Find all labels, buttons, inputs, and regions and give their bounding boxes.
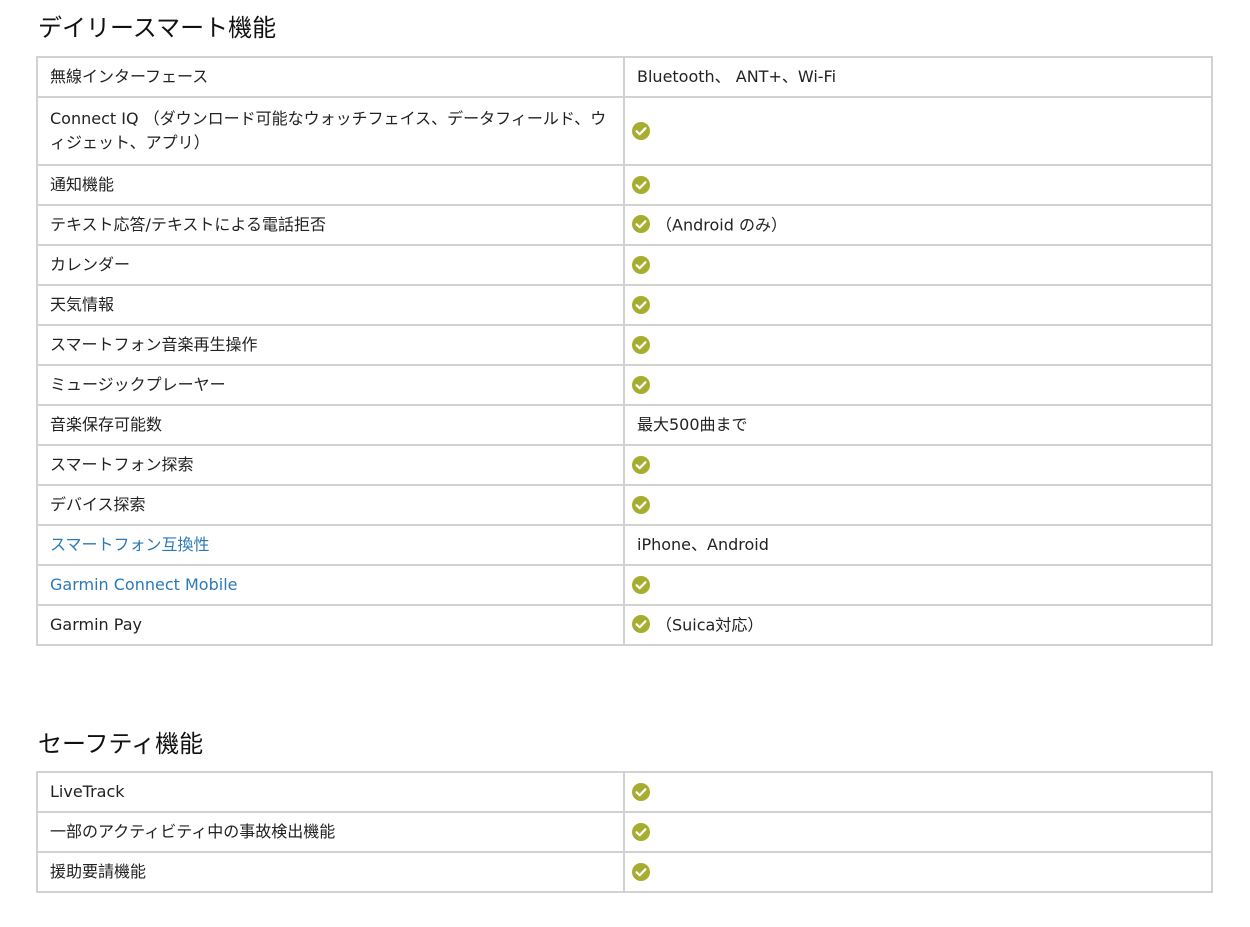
table-row: 通知機能: [36, 164, 1213, 206]
feature-label-cell: カレンダー: [36, 244, 625, 286]
check-circle-icon: [632, 455, 650, 474]
feature-value-cell: [623, 164, 1213, 206]
daily-smart-table: 無線インターフェース Bluetooth、 ANT+、Wi-Fi Connect I…: [36, 56, 1213, 646]
feature-label-cell: スマートフォン音楽再生操作: [36, 324, 625, 366]
feature-label-cell: 通知機能: [36, 164, 625, 206]
feature-value-cell: （Suica対応）: [623, 604, 1213, 646]
check-circle-icon: [632, 615, 650, 634]
feature-value-cell: Bluetooth、 ANT+、Wi-Fi: [623, 56, 1213, 98]
check-circle-icon: [632, 495, 650, 514]
check-circle-icon: [632, 575, 650, 594]
feature-label: 援助要請機能: [50, 862, 147, 881]
feature-label-cell: LiveTrack: [36, 771, 625, 813]
feature-label-cell: Garmin Connect Mobile: [36, 564, 625, 606]
feature-label-cell: 音楽保存可能数: [36, 404, 625, 446]
feature-label-cell: デバイス探索: [36, 484, 625, 526]
table-row: スマートフォン互換性 iPhone、Android: [36, 524, 1213, 566]
feature-value-cell: [623, 324, 1213, 366]
section-title-daily-smart: デイリースマート機能: [38, 14, 277, 42]
feature-value-cell: [623, 484, 1213, 526]
feature-note: （Android のみ）: [656, 215, 787, 235]
feature-label: デバイス探索: [50, 495, 146, 514]
feature-label: LiveTrack: [50, 782, 125, 801]
feature-value-cell: 最大500曲まで: [623, 404, 1213, 446]
feature-label: 天気情報: [50, 295, 115, 314]
feature-value: 最大500曲まで: [637, 415, 748, 434]
feature-label: 通知機能: [50, 175, 115, 194]
feature-label: スマートフォン音楽再生操作: [50, 335, 258, 354]
feature-label-cell: Garmin Pay: [36, 604, 625, 646]
feature-value-cell: [623, 564, 1213, 606]
table-row: テキスト応答/テキストによる電話拒否 （Android のみ）: [36, 204, 1213, 246]
feature-label-cell: 無線インターフェース: [36, 56, 625, 98]
table-row: 援助要請機能: [36, 851, 1213, 893]
check-circle-icon: [632, 175, 650, 194]
feature-label: ミュージックプレーヤー: [50, 375, 226, 394]
check-circle-icon: [632, 862, 650, 881]
feature-note: （Suica対応）: [656, 615, 764, 635]
feature-label: 無線インターフェース: [50, 67, 209, 86]
check-circle-icon: [632, 335, 650, 354]
table-row: カレンダー: [36, 244, 1213, 286]
feature-value-cell: [623, 771, 1213, 813]
table-row: ミュージックプレーヤー: [36, 364, 1213, 406]
section-title-safety: セーフティ機能: [38, 730, 204, 758]
feature-value: iPhone、Android: [637, 535, 769, 554]
feature-label: テキスト応答/テキストによる電話拒否: [50, 215, 326, 234]
table-row: スマートフォン探索: [36, 444, 1213, 486]
feature-label-cell: スマートフォン探索: [36, 444, 625, 486]
feature-label: 一部のアクティビティ中の事故検出機能: [50, 822, 336, 841]
feature-label-cell: スマートフォン互換性: [36, 524, 625, 566]
feature-label: 音楽保存可能数: [50, 415, 163, 434]
table-row: 音楽保存可能数 最大500曲まで: [36, 404, 1213, 446]
feature-label-cell: Connect IQ （ダウンロード可能なウォッチフェイス、データフィールド、ウ…: [36, 96, 625, 166]
feature-value: Bluetooth、 ANT+、Wi-Fi: [637, 67, 837, 86]
feature-label-cell: 援助要請機能: [36, 851, 625, 893]
feature-label-cell: ミュージックプレーヤー: [36, 364, 625, 406]
check-circle-icon: [632, 782, 650, 801]
check-circle-icon: [632, 375, 650, 394]
feature-label-cell: 一部のアクティビティ中の事故検出機能: [36, 811, 625, 853]
table-row: スマートフォン音楽再生操作: [36, 324, 1213, 366]
table-row: LiveTrack: [36, 771, 1213, 813]
feature-value-cell: [623, 244, 1213, 286]
feature-label: Connect IQ （ダウンロード可能なウォッチフェイス、データフィールド、ウ…: [50, 109, 607, 152]
check-circle-icon: [632, 255, 650, 274]
table-row: 無線インターフェース Bluetooth、 ANT+、Wi-Fi: [36, 56, 1213, 98]
feature-label: Garmin Pay: [50, 615, 142, 634]
check-circle-icon: [632, 822, 650, 841]
feature-value-cell: （Android のみ）: [623, 204, 1213, 246]
feature-value-cell: [623, 444, 1213, 486]
table-row: 一部のアクティビティ中の事故検出機能: [36, 811, 1213, 853]
feature-value-cell: [623, 811, 1213, 853]
feature-value-cell: [623, 851, 1213, 893]
safety-table: LiveTrack 一部のアクティビティ中の事故検出機能 援助要請機能: [36, 771, 1213, 893]
feature-value-cell: [623, 96, 1213, 166]
feature-label-cell: テキスト応答/テキストによる電話拒否: [36, 204, 625, 246]
check-circle-icon: [632, 295, 650, 314]
table-row: デバイス探索: [36, 484, 1213, 526]
feature-value-cell: iPhone、Android: [623, 524, 1213, 566]
feature-label-cell: 天気情報: [36, 284, 625, 326]
check-circle-icon: [632, 215, 650, 234]
check-circle-icon: [632, 121, 650, 140]
feature-link[interactable]: スマートフォン互換性: [50, 535, 210, 554]
feature-link[interactable]: Garmin Connect Mobile: [50, 575, 237, 594]
feature-value-cell: [623, 364, 1213, 406]
feature-label: スマートフォン探索: [50, 455, 194, 474]
table-row: Connect IQ （ダウンロード可能なウォッチフェイス、データフィールド、ウ…: [36, 96, 1213, 166]
feature-label: カレンダー: [50, 255, 131, 274]
table-row: 天気情報: [36, 284, 1213, 326]
table-row: Garmin Pay （Suica対応）: [36, 604, 1213, 646]
table-row: Garmin Connect Mobile: [36, 564, 1213, 606]
feature-value-cell: [623, 284, 1213, 326]
